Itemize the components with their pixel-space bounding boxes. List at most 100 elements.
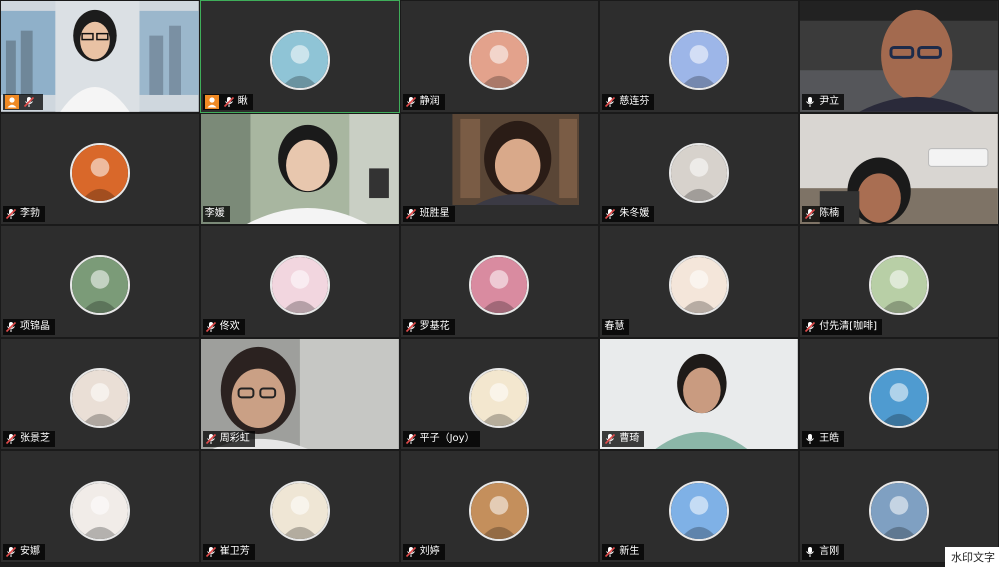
microphone-icon — [804, 96, 816, 108]
participant-tile[interactable]: 付先清[咖啡] — [799, 225, 999, 338]
participant-tile[interactable]: 春慧 — [599, 225, 800, 338]
participant-tile[interactable] — [0, 0, 200, 113]
muted-microphone-icon — [405, 96, 417, 108]
participant-tile[interactable]: 陈楠 — [799, 112, 999, 226]
participant-name-tag: 付先清[咖啡] — [802, 318, 882, 335]
participant-name-tag: 安娜 — [3, 543, 45, 560]
participant-name-tag: 尹立 — [802, 93, 845, 110]
participant-name: 尹立 — [819, 95, 840, 107]
participant-avatar — [69, 142, 130, 203]
host-user-icon — [204, 94, 219, 109]
participant-name: 安娜 — [20, 545, 40, 557]
participant-tile[interactable]: 朱冬媛 — [599, 112, 800, 226]
participant-name-tag: 罗基花 — [402, 318, 455, 335]
participant-tile[interactable]: 王皓 — [799, 337, 999, 451]
video-gallery: 瞅 静润 慈连芬 尹立李勃 李媛 班胜星 朱冬媛 陈楠项锦晶 佟欢 罗基花 春慧 付先清[咖啡] 张景芝… — [0, 0, 999, 563]
participant-avatar — [469, 480, 530, 541]
participant-avatar — [469, 30, 530, 91]
host-user-icon — [5, 94, 19, 109]
muted-microphone-icon — [804, 208, 816, 220]
participant-name: 瞅 — [237, 95, 248, 107]
participant-tile[interactable]: 平子（Joy） — [399, 337, 600, 451]
participant-name: 周彩虹 — [219, 433, 250, 445]
participant-avatar — [269, 480, 330, 541]
participant-tile[interactable]: 静润 — [399, 0, 600, 113]
muted-microphone-icon — [604, 546, 616, 558]
muted-microphone-icon — [604, 96, 616, 108]
participant-name-tag: 春慧 — [602, 318, 630, 335]
muted-microphone-icon — [205, 321, 217, 333]
participant-name: 陈楠 — [819, 208, 840, 220]
participant-name-tag: 李勃 — [3, 206, 45, 223]
muted-microphone-icon — [205, 546, 217, 558]
muted-microphone-icon — [5, 433, 17, 445]
participant-avatar — [269, 255, 330, 316]
participant-tile[interactable]: 周彩虹 — [199, 337, 400, 451]
participant-tile[interactable]: 佟欢 — [199, 225, 400, 338]
participant-name-tag: 李媛 — [202, 206, 230, 223]
participant-avatar — [269, 30, 330, 91]
participant-name: 付先清[咖啡] — [819, 320, 877, 332]
participant-name-tag: 言刚 — [802, 543, 845, 560]
participant-name: 新生 — [619, 545, 640, 557]
participant-name: 慈连芬 — [619, 95, 650, 107]
participant-tile[interactable]: 崔卫芳 — [199, 450, 400, 563]
participant-tile[interactable]: 李媛 — [199, 112, 400, 226]
participant-name-tag: 张景芝 — [3, 431, 55, 448]
participant-name: 朱冬媛 — [619, 208, 650, 220]
participant-avatar — [69, 368, 130, 429]
participant-name: 班胜星 — [419, 208, 450, 220]
participant-name: 曹琦 — [619, 433, 640, 445]
participant-tile[interactable]: 安娜 — [0, 450, 200, 563]
participant-tile[interactable]: 曹琦 — [599, 337, 800, 451]
participant-avatar — [869, 480, 930, 541]
participant-avatar — [869, 368, 930, 429]
participant-name: 言刚 — [819, 545, 840, 557]
participant-name: 王皓 — [819, 433, 840, 445]
participant-tile[interactable]: 瞅 — [199, 0, 400, 113]
participant-tile[interactable]: 刘婷 — [399, 450, 600, 563]
muted-microphone-icon — [205, 433, 217, 445]
participant-avatar — [869, 255, 930, 316]
participant-name: 张景芝 — [20, 433, 50, 445]
participant-name-tag: 王皓 — [802, 431, 845, 448]
participant-avatar — [669, 480, 730, 541]
participant-name: 刘婷 — [419, 545, 440, 557]
participant-name-tag: 佟欢 — [202, 318, 245, 335]
muted-microphone-icon — [23, 96, 35, 108]
participant-tile[interactable]: 李勃 — [0, 112, 200, 226]
participant-tile[interactable]: 新生 — [599, 450, 800, 563]
microphone-icon — [804, 546, 816, 558]
participant-name: 春慧 — [604, 320, 625, 332]
participant-avatar — [669, 142, 730, 203]
muted-microphone-icon — [5, 208, 17, 220]
participant-avatar — [669, 30, 730, 91]
muted-microphone-icon — [604, 208, 616, 220]
muted-microphone-icon — [405, 208, 417, 220]
participant-name-tag: 项锦晶 — [3, 318, 55, 335]
participant-tile[interactable]: 慈连芬 — [599, 0, 800, 113]
muted-microphone-icon — [405, 433, 417, 445]
participant-name-tag: 崔卫芳 — [202, 543, 255, 560]
participant-tile[interactable]: 班胜星 — [399, 112, 600, 226]
muted-microphone-icon — [5, 546, 17, 558]
participant-name: 佟欢 — [219, 320, 240, 332]
participant-tile[interactable]: 张景芝 — [0, 337, 200, 451]
muted-microphone-icon — [5, 321, 17, 333]
participant-name-tag: 平子（Joy） — [402, 431, 480, 448]
participant-name: 李勃 — [20, 208, 40, 220]
participant-name-tag: 朱冬媛 — [602, 206, 655, 223]
participant-name-tag: 瞅 — [202, 93, 253, 110]
participant-avatar — [469, 368, 530, 429]
participant-name-tag: 陈楠 — [802, 206, 845, 223]
participant-tile[interactable]: 罗基花 — [399, 225, 600, 338]
participant-name-tag: 曹琦 — [602, 431, 645, 448]
participant-name: 李媛 — [204, 208, 225, 220]
participant-name: 罗基花 — [419, 320, 450, 332]
participant-tile[interactable]: 项锦晶 — [0, 225, 200, 338]
participant-name-tag: 刘婷 — [402, 543, 445, 560]
participant-name: 静润 — [419, 95, 440, 107]
participant-name: 崔卫芳 — [219, 545, 250, 557]
participant-tile[interactable]: 尹立 — [799, 0, 999, 113]
participant-name-tag — [3, 93, 43, 110]
